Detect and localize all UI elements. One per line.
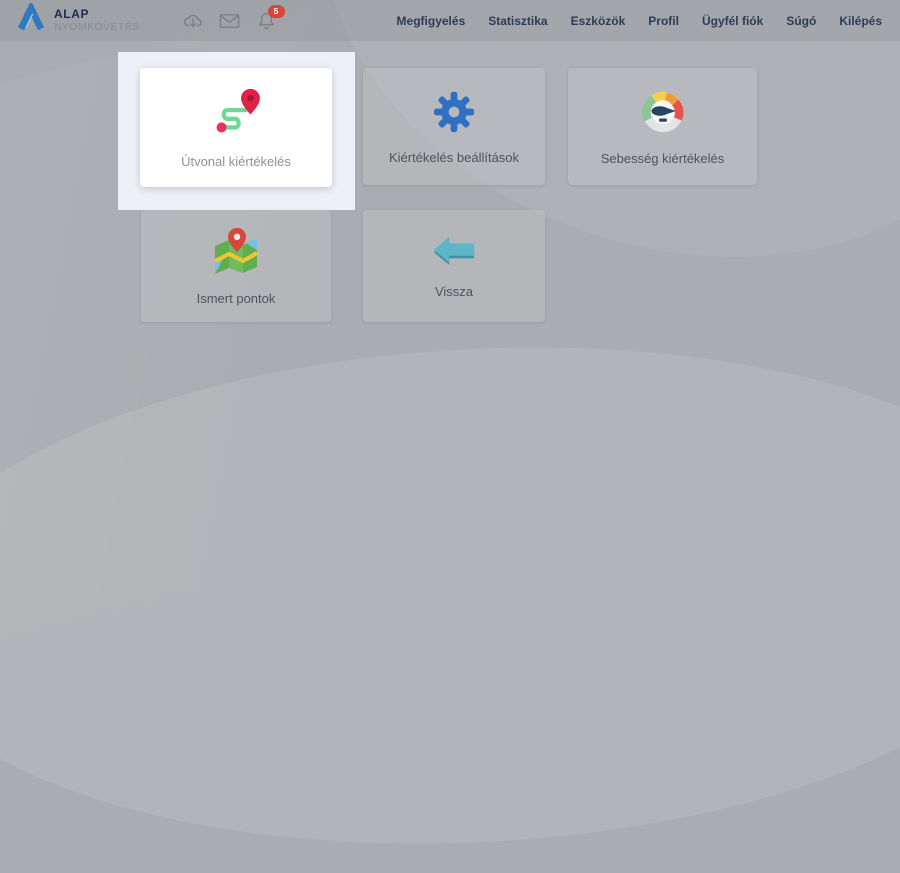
nav-item-megfigyeles[interactable]: Megfigyelés: [397, 14, 466, 28]
card-known-points[interactable]: Ismert pontok: [141, 210, 331, 322]
nav-item-kilepes[interactable]: Kilépés: [839, 14, 882, 28]
brand-logo-icon: [16, 0, 46, 38]
route-icon: [209, 87, 263, 139]
nav-item-profil[interactable]: Profil: [648, 14, 679, 28]
card-label: Ismert pontok: [196, 291, 276, 306]
card-label: Kiértékelés beállítások: [388, 149, 520, 165]
speed-gauge-icon: [639, 88, 687, 136]
header-icon-group: 5: [182, 4, 285, 32]
card-label: Útvonal kiértékelés: [181, 153, 291, 169]
brand-name: ALAP: [54, 6, 90, 21]
nav-item-sugo[interactable]: Súgó: [786, 14, 816, 28]
mail-icon[interactable]: [219, 10, 241, 32]
brand-subtitle: NYOMKÖVETÉS: [54, 21, 140, 34]
gear-icon: [431, 89, 477, 135]
card-label: Sebesség kiértékelés: [600, 150, 725, 166]
card-evaluation-settings[interactable]: Kiértékelés beállítások: [363, 68, 545, 185]
card-label: Vissza: [434, 284, 474, 299]
nav-item-eszkozok[interactable]: Eszközök: [571, 14, 626, 28]
brand-logo-block[interactable]: ALAP NYOMKÖVETÉS: [16, 0, 140, 38]
top-bar: ALAP NYOMKÖVETÉS 5 Megfigyelés Statiszti…: [0, 0, 900, 41]
nav-item-ugyfel-fiok[interactable]: Ügyfél fiók: [702, 14, 763, 28]
card-back[interactable]: Vissza: [363, 210, 545, 322]
notification-badge: 5: [267, 4, 285, 18]
main-nav: Megfigyelés Statisztika Eszközök Profil …: [397, 14, 882, 28]
nav-item-statisztika[interactable]: Statisztika: [488, 14, 547, 28]
card-route-evaluation[interactable]: Útvonal kiértékelés: [140, 68, 332, 187]
cloud-download-icon[interactable]: [182, 10, 204, 32]
card-speed-evaluation[interactable]: Sebesség kiértékelés: [568, 68, 757, 185]
bell-icon[interactable]: 5: [256, 4, 285, 32]
background-swoosh-bottom: [0, 319, 900, 873]
back-arrow-icon: [431, 233, 477, 269]
map-pin-icon: [210, 226, 262, 276]
